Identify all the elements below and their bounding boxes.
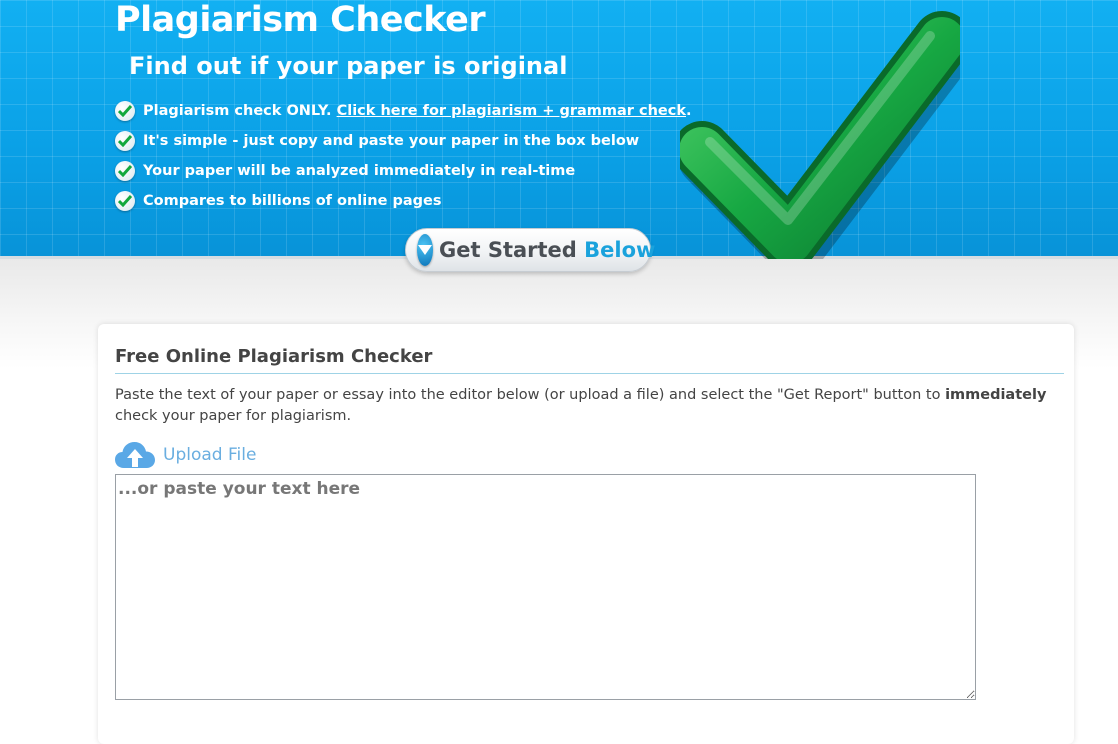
- feature-text: Compares to billions of online pages: [143, 193, 442, 209]
- checker-description: Paste the text of your paper or essay in…: [115, 385, 1065, 427]
- big-checkmark-icon: [680, 11, 960, 265]
- description-text-end: check your paper for plagiarism.: [115, 408, 352, 424]
- description-text: Paste the text of your paper or essay in…: [115, 387, 946, 403]
- feature-item: Compares to billions of online pages: [115, 186, 692, 216]
- feature-item: Plagiarism check ONLY. Click here for pl…: [115, 96, 692, 126]
- green-check-icon: [115, 191, 135, 211]
- get-started-main-text: Get Started: [439, 238, 585, 262]
- paper-text-editor[interactable]: [115, 474, 976, 700]
- upload-file-button[interactable]: Upload File: [115, 441, 256, 469]
- feature-text: Your paper will be analyzed immediately …: [143, 163, 576, 179]
- hero-banner: Plagiarism Checker Find out if your pape…: [0, 0, 1118, 265]
- feature-text: It's simple - just copy and paste your p…: [143, 133, 640, 149]
- get-started-label: Get Started Below: [439, 238, 655, 262]
- cloud-upload-icon: [115, 442, 155, 468]
- feature-item: It's simple - just copy and paste your p…: [115, 126, 692, 156]
- description-emphasis: immediately: [945, 387, 1047, 403]
- grammar-check-link[interactable]: Click here for plagiarism + grammar chec…: [337, 103, 686, 119]
- green-check-icon: [115, 161, 135, 181]
- feature-item: Your paper will be analyzed immediately …: [115, 156, 692, 186]
- checker-title: Free Online Plagiarism Checker: [115, 346, 433, 367]
- feature-text: Plagiarism check ONLY.: [143, 103, 332, 119]
- get-started-button[interactable]: Get Started Below: [405, 228, 655, 272]
- page-title: Plagiarism Checker: [115, 0, 486, 40]
- get-started-accent-text: Below: [584, 238, 656, 262]
- upload-file-label: Upload File: [163, 445, 257, 465]
- page-subtitle: Find out if your paper is original: [129, 52, 568, 80]
- down-arrow-icon: [417, 234, 433, 266]
- title-divider: [115, 373, 1064, 374]
- feature-list: Plagiarism check ONLY. Click here for pl…: [115, 96, 692, 216]
- green-check-icon: [115, 101, 135, 121]
- green-check-icon: [115, 131, 135, 151]
